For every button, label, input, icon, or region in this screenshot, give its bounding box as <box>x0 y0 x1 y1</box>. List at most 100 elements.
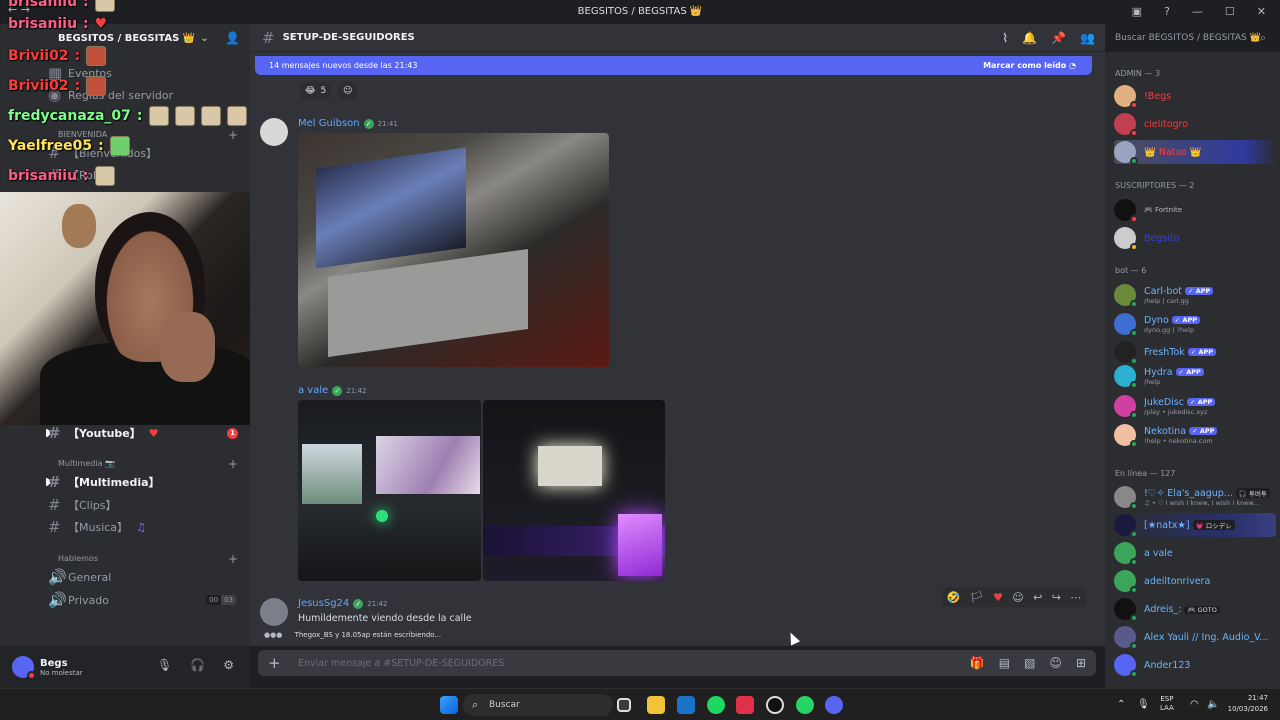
member-name: !♡✧ Ela's_aagup... <box>1144 487 1233 499</box>
apps-icon[interactable]: ⊞ <box>1076 656 1086 670</box>
member-item[interactable]: !Begs <box>1114 84 1276 109</box>
tray-chevron-icon[interactable]: ⌃ <box>1117 699 1125 710</box>
member-item[interactable]: 👑 Natxo 👑 <box>1114 140 1276 165</box>
sticker-icon[interactable]: ▧ <box>1024 656 1035 670</box>
message-input[interactable]: + Enviar mensaje a #SETUP-DE-SEGUIDORES … <box>258 650 1096 676</box>
maximize-button[interactable]: ☐ <box>1225 5 1235 18</box>
member-group-admin: ADMIN — 3 <box>1115 69 1161 78</box>
emote-icon <box>86 76 107 96</box>
minimize-button[interactable]: — <box>1192 5 1203 18</box>
member-item[interactable]: Ander123 <box>1114 653 1276 678</box>
member-avatar <box>1114 542 1138 566</box>
gif-icon[interactable]: ▤ <box>999 656 1010 670</box>
tiktok-icon[interactable] <box>736 696 754 714</box>
channel-music[interactable]: # 【Musica】 ♫ <box>48 516 244 538</box>
member-group-bots: bot — 6 <box>1115 266 1147 275</box>
forward-icon[interactable]: ↪ <box>1052 591 1061 604</box>
reaction[interactable]: 😂 5 <box>300 82 332 100</box>
member-item[interactable]: Alex Yauli // Ing. Audio_V... <box>1114 625 1276 650</box>
rainbow-flag-icon[interactable]: 🏳 <box>970 591 984 604</box>
member-item[interactable]: Carl-bot ✓ APP/help | carl.gg <box>1114 283 1276 308</box>
member-item[interactable]: [★natx★] 💗 ロシデレ <box>1114 513 1276 538</box>
member-item[interactable]: Hydra ✓ APP/help <box>1114 364 1276 389</box>
add-reaction-button[interactable]: ☺ <box>338 82 358 100</box>
whatsapp-icon[interactable] <box>796 696 814 714</box>
task-view-icon[interactable] <box>617 698 631 712</box>
language-indicator[interactable]: ESP LAA <box>1160 695 1174 713</box>
category-talk[interactable]: Hablemos + <box>58 552 238 566</box>
channel-youtube[interactable]: # 【Youtube】 ♥ 1 <box>46 422 244 444</box>
member-item[interactable]: adeiltonrivera <box>1114 569 1276 594</box>
emoji-icon[interactable]: ☺ <box>1049 656 1062 670</box>
add-reaction-icon[interactable]: ☺ <box>1012 591 1023 604</box>
headphones-icon[interactable]: 🎧 <box>190 658 205 672</box>
microphone-tray-icon[interactable]: 🎙 <box>1137 699 1150 710</box>
message-author[interactable]: a vale ✓ 21:42 <box>298 385 366 396</box>
taskbar-search[interactable]: ⌕ Buscar <box>463 694 613 716</box>
gift-icon[interactable]: 🎁 <box>970 656 985 670</box>
threads-icon[interactable]: ⌇ <box>1002 31 1008 45</box>
file-explorer-icon[interactable] <box>647 696 665 714</box>
inbox-icon[interactable]: ▣ <box>1132 5 1142 18</box>
pin-icon[interactable]: 📌 <box>1051 31 1066 45</box>
user-status: No molestar <box>40 668 83 677</box>
app-tag: APP <box>1198 348 1214 356</box>
status-icon <box>1130 329 1138 337</box>
windows-start-icon[interactable] <box>440 696 458 714</box>
member-item[interactable]: 🎮 Fortnite <box>1114 198 1276 223</box>
heart-reaction-icon[interactable]: ♥ <box>993 591 1003 604</box>
microphone-icon[interactable]: 🎙 <box>157 658 172 672</box>
green-light <box>376 510 388 522</box>
obs-icon[interactable] <box>766 696 784 714</box>
mark-as-read-button[interactable]: Marcar como leído ◔ <box>983 61 1076 70</box>
user-avatar[interactable] <box>12 656 36 680</box>
wifi-icon[interactable]: ◠ <box>1190 699 1199 710</box>
member-item[interactable]: FreshTok ✓ APP <box>1114 340 1276 365</box>
volume-icon[interactable]: 🔈 <box>1207 699 1219 710</box>
attachment-image[interactable] <box>298 133 609 367</box>
member-item[interactable]: Nekotina ✓ APP !help • nekotina.com <box>1114 423 1276 448</box>
member-item[interactable]: cielitogro <box>1114 112 1276 137</box>
attachment-image[interactable] <box>483 400 665 581</box>
discord-icon[interactable] <box>825 696 843 714</box>
help-icon[interactable]: ? <box>1164 5 1170 18</box>
member-list-icon[interactable]: 👥 <box>1080 31 1095 45</box>
category-media[interactable]: Multimedia 📷 + <box>58 457 238 471</box>
member-item[interactable]: !♡✧ Ela's_aagup... 🎧 투버투 ♫ • ♡ I wish I kn… <box>1114 485 1276 510</box>
voice-limit: 03 <box>221 595 236 605</box>
member-item[interactable]: Adreis_: 🎮 GOTO <box>1114 597 1276 622</box>
search-input[interactable]: Buscar BEGSITOS / BEGSITAS 👑 ⌕ <box>1108 28 1272 48</box>
member-group-online: En línea — 127 <box>1115 469 1176 478</box>
laugh-reaction-icon[interactable]: 🤣 <box>947 591 961 604</box>
message-author[interactable]: JesusSg24 ✓ 21:42 <box>298 598 387 609</box>
member-item[interactable]: Begsito <box>1114 226 1276 251</box>
member-item[interactable]: JukeDisc ✓ APP/play • jukedisc.xyz <box>1114 394 1276 419</box>
clock[interactable]: 21:47 10/03/2026 <box>1228 693 1268 715</box>
avatar[interactable] <box>260 598 288 626</box>
channel-clips[interactable]: # 【Clips】 <box>48 494 244 516</box>
attachment-image[interactable] <box>298 400 481 581</box>
message-author[interactable]: Mel Guibson ✓ 21:41 <box>298 118 398 129</box>
settings-gear-icon[interactable]: ⚙ <box>223 658 234 672</box>
new-messages-bar[interactable]: 14 mensajes nuevos desde las 21:43 Marca… <box>255 56 1092 75</box>
member-activity: /help | carl.gg <box>1144 296 1189 305</box>
store-icon[interactable] <box>677 696 695 714</box>
voice-channel-private[interactable]: 🔊 Privado 00 03 <box>48 589 244 611</box>
member-group-subs: SUSCRIPTORES — 2 <box>1115 181 1195 190</box>
member-item[interactable]: Dyno ✓ APP dyno.gg | ?help <box>1114 312 1276 337</box>
more-icon[interactable]: ⋯ <box>1070 591 1081 604</box>
voice-channel-general[interactable]: 🔊 General <box>48 566 244 588</box>
spotify-icon[interactable] <box>707 696 725 714</box>
channel-multimedia[interactable]: # 【Multimedia】 <box>46 471 244 493</box>
reply-icon[interactable]: ↩ <box>1033 591 1042 604</box>
member-avatar <box>1114 199 1138 223</box>
plus-icon[interactable]: + <box>228 457 238 471</box>
plus-icon[interactable]: + <box>228 552 238 566</box>
member-name: Begsito <box>1144 232 1180 244</box>
avatar[interactable] <box>260 118 288 146</box>
bell-icon[interactable]: 🔔 <box>1022 31 1037 45</box>
laugh-emoji-icon: 😂 <box>305 86 316 96</box>
member-item[interactable]: a vale <box>1114 541 1276 566</box>
close-button[interactable]: ✕ <box>1257 5 1266 18</box>
upload-plus-icon[interactable]: + <box>268 654 281 672</box>
